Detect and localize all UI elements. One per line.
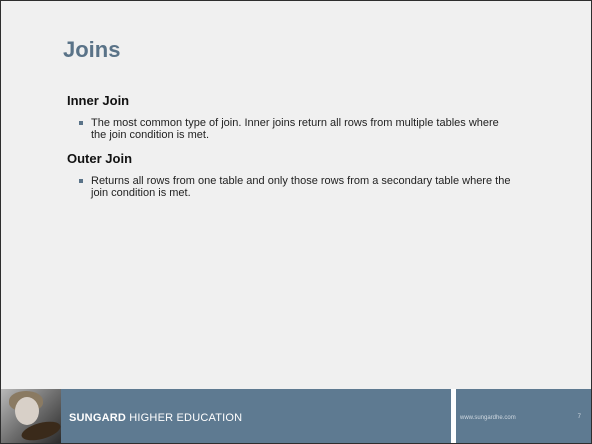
footer-right-band: www.sungardhe.com 7 — [456, 389, 591, 443]
slide-content: Inner Join The most common type of join.… — [67, 93, 567, 209]
violinist-photo — [1, 389, 61, 443]
bullet-item: The most common type of join. Inner join… — [79, 117, 511, 141]
photo-face — [15, 397, 39, 425]
slide-title: Joins — [63, 37, 121, 62]
section-inner-join: Inner Join The most common type of join.… — [67, 93, 567, 141]
section-heading: Inner Join — [67, 93, 130, 108]
page-number: 7 — [577, 414, 581, 420]
brand-division: HIGHER EDUCATION — [126, 412, 243, 424]
brand-band: SUNGARD HIGHER EDUCATION — [61, 389, 451, 443]
website-url: www.sungardhe.com — [460, 415, 516, 421]
bullet-square-icon — [79, 179, 83, 183]
brand-logo-text: SUNGARD HIGHER EDUCATION — [69, 412, 242, 424]
bullet-text: The most common type of join. Inner join… — [91, 117, 499, 141]
section-heading: Outer Join — [67, 151, 133, 166]
section-outer-join: Outer Join Returns all rows from one tab… — [67, 151, 567, 199]
bullet-square-icon — [79, 121, 83, 125]
bullet-text: Returns all rows from one table and only… — [91, 175, 511, 199]
brand-name: SUNGARD — [69, 412, 127, 424]
slide: Joins Inner Join The most common type of… — [0, 0, 592, 444]
footer-bar: SUNGARD HIGHER EDUCATION www.sungardhe.c… — [1, 389, 591, 443]
bullet-item: Returns all rows from one table and only… — [79, 175, 511, 199]
